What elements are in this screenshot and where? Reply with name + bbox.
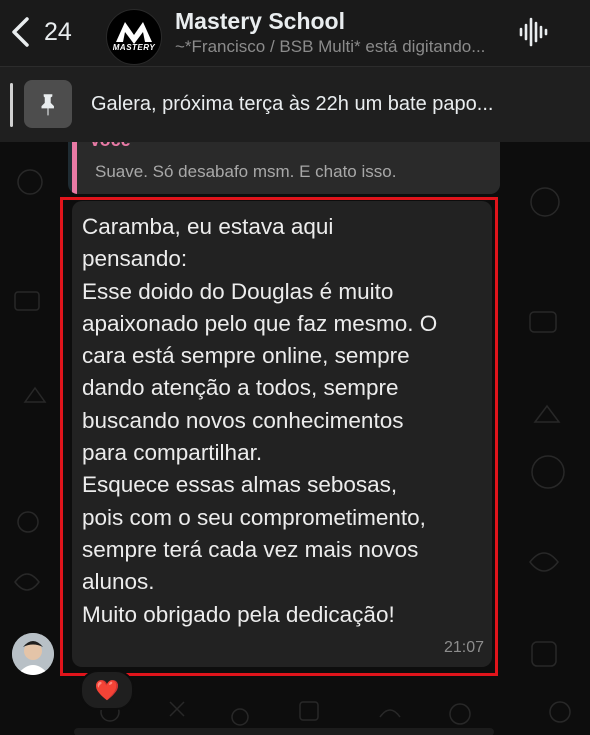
message-text: Caramba, eu estava aqui pensando: Esse d… [82,214,438,627]
pinned-indicator [10,83,13,127]
quoted-reply: Você Suave. Só desabafo msm. E chato iss… [72,142,500,194]
person-avatar-icon [12,633,54,675]
pinned-message-text: Galera, próxima terça às 22h um bate pap… [91,93,494,115]
heart-reaction[interactable]: ❤️ [80,670,134,710]
pin-icon-box [24,80,72,128]
voice-chat-icon[interactable] [518,16,548,48]
pinned-message-bar[interactable]: Galera, próxima terça às 22h um bate pap… [0,66,590,143]
unread-count: 24 [44,17,72,46]
quoted-author: Você [89,142,131,151]
pin-icon [41,94,54,116]
typing-status: ~*Francisco / BSB Multi* está digitando.… [175,37,486,56]
quoted-text: Suave. Só desabafo msm. E chato isso. [95,162,397,181]
message-timestamp: 21:07 [443,639,484,656]
quoted-reply-bubble[interactable]: Você Suave. Só desabafo msm. E chato iss… [68,142,500,194]
heart-icon: ❤️ [94,679,120,702]
chat-title[interactable]: Mastery School [175,8,345,35]
group-avatar[interactable]: MASTERY [106,9,162,65]
next-message-edge [74,728,494,735]
mastery-logo-icon [116,22,152,44]
sender-avatar[interactable] [12,633,54,675]
message-bubble[interactable]: Caramba, eu estava aqui pensando: Esse d… [72,201,492,667]
chat-header: 24 MASTERY Mastery School ~*Francisco / … [0,0,590,66]
chat-area: Você Suave. Só desabafo msm. E chato iss… [0,142,590,735]
chevron-left-icon [12,17,29,47]
logo-text: MASTERY [112,43,156,52]
back-button[interactable]: 24 [8,10,72,54]
